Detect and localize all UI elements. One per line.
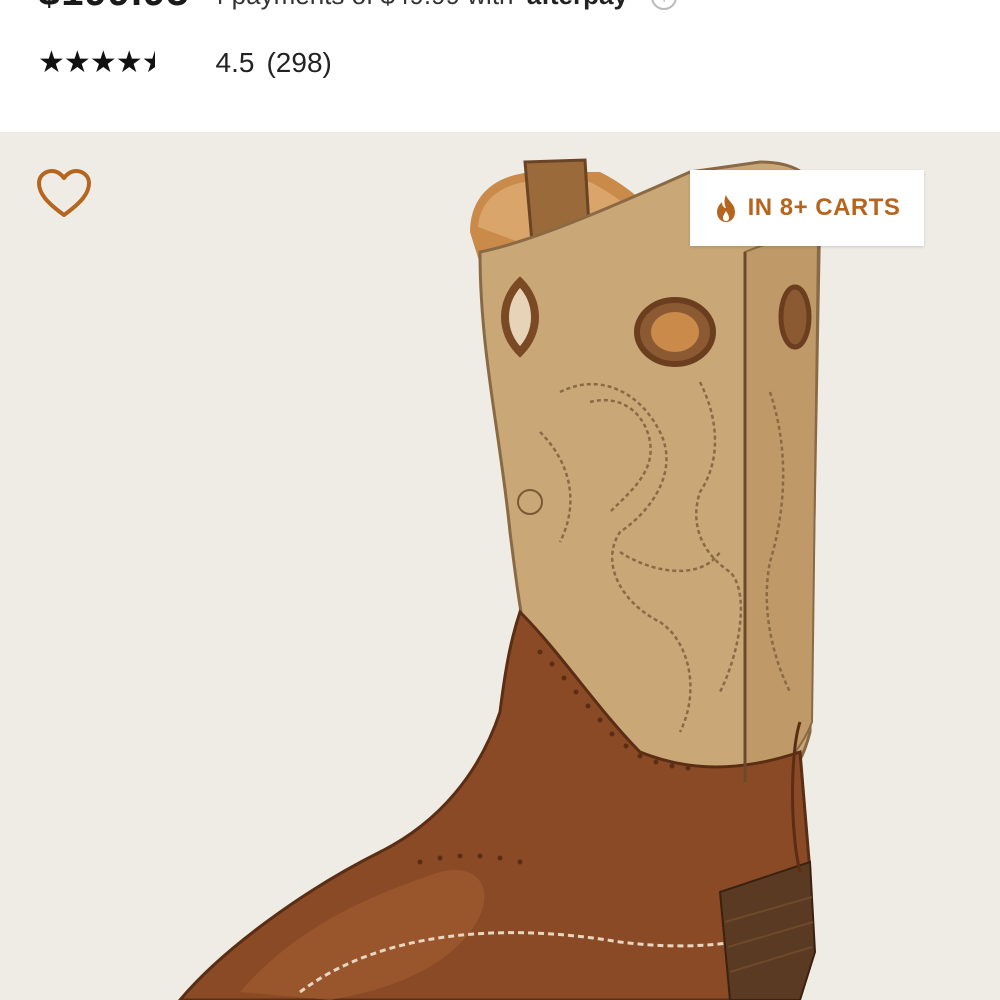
rating-value: 4.5 bbox=[215, 47, 255, 78]
wishlist-button[interactable] bbox=[36, 168, 92, 220]
afterpay-text: 4 payments of $49.99 with bbox=[210, 0, 514, 10]
rating-row[interactable]: ★ ★ ★ ★ ★ 4.5 (298) bbox=[38, 40, 332, 86]
star-rating: ★ ★ ★ ★ ★ bbox=[38, 46, 168, 79]
flame-icon bbox=[716, 195, 735, 222]
afterpay-logo: afterpay bbox=[527, 0, 628, 10]
product-price: $199.95 bbox=[38, 0, 190, 15]
star-icon: ★ bbox=[89, 46, 117, 79]
info-icon[interactable]: i bbox=[651, 0, 678, 11]
product-info: $199.95 4 payments of $49.99 with afterp… bbox=[0, 0, 1000, 132]
badge-label: IN 8+ CARTS bbox=[747, 194, 901, 221]
star-icon: ★ bbox=[38, 46, 65, 79]
review-count[interactable]: (298) bbox=[266, 47, 331, 79]
heart-outline-icon bbox=[37, 169, 91, 217]
afterpay-line[interactable]: 4 payments of $49.99 with afterpay i bbox=[210, 0, 678, 11]
star-icon: ★ bbox=[63, 46, 91, 79]
product-image bbox=[178, 158, 822, 1000]
product-image-area[interactable]: IN 8+ CARTS bbox=[0, 132, 1000, 1000]
product-page: $199.95 4 payments of $49.99 with afterp… bbox=[0, 0, 1000, 1000]
half-star-icon: ★ bbox=[142, 48, 168, 78]
star-icon: ★ bbox=[115, 46, 143, 79]
popularity-badge: IN 8+ CARTS bbox=[690, 170, 924, 246]
